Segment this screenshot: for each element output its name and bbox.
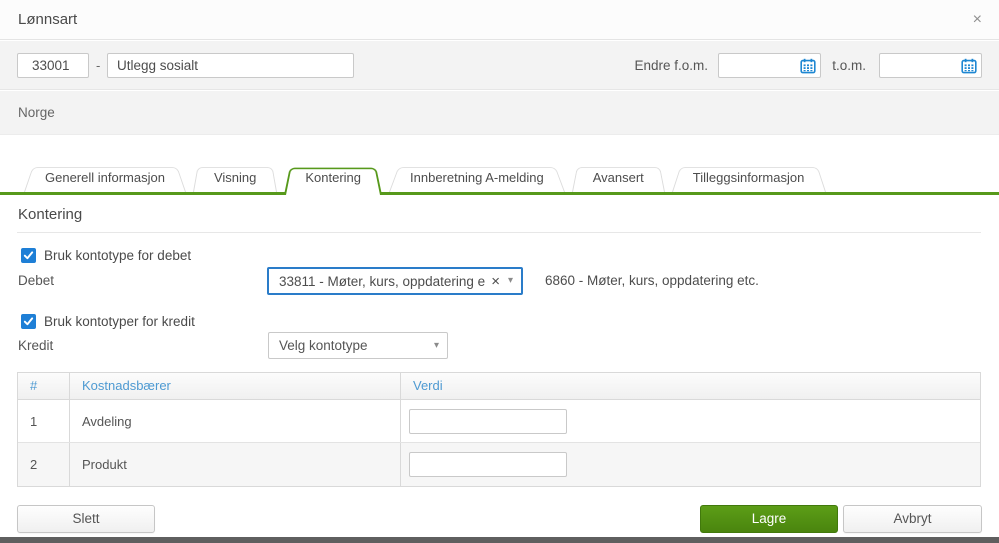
lonnsart-dialog: Lønnsart × - Endre f.o.m. [0,0,999,543]
cancel-button[interactable]: Avbryt [843,505,982,533]
debet-account-hint: 6860 - Møter, kurs, oppdatering etc. [545,273,759,288]
kostnadsbaerer-table: # Kostnadsbærer Verdi 1 Avdeling 2 Produ… [17,372,981,487]
tab-label: Kontering [305,170,362,185]
kredit-select-value: Velg kontotype [279,338,368,353]
column-header-num: # [18,373,70,399]
tabs-underline [0,192,999,195]
tab-avansert[interactable]: Avansert [572,164,665,192]
tab-kontering[interactable]: Kontering [284,164,382,192]
tab-label: Tilleggsinformasjon [692,170,805,185]
endre-fom-field[interactable] [718,53,821,78]
kredit-checkbox-label: Bruk kontotyper for kredit [44,314,195,329]
country-label: Norge [18,105,55,120]
debet-kontotype-select[interactable]: 33811 - Møter, kurs, oppdatering etc. × … [267,267,523,295]
calendar-icon[interactable] [961,58,977,74]
column-header-kostnadsbaerer: Kostnadsbærer [70,373,401,399]
tab-label: Generell informasjon [45,170,165,185]
tab-generell-informasjon[interactable]: Generell informasjon [24,164,186,192]
tom-input[interactable] [880,55,961,76]
calendar-icon[interactable] [800,58,816,74]
header-band: - Endre f.o.m. t.o.m. [0,41,999,90]
clear-icon[interactable]: × [485,274,506,289]
tom-field[interactable] [879,53,982,78]
row-name: Produkt [70,443,401,486]
row-num: 1 [18,400,70,442]
debet-checkbox-label: Bruk kontotype for debet [44,248,192,263]
tab-label: Avansert [592,170,644,185]
tab-bar: Generell informasjon Visning Kontering I… [24,164,832,192]
kredit-checkbox-row[interactable]: Bruk kontotyper for kredit [21,314,195,329]
endre-fom-label: Endre f.o.m. [634,58,708,73]
table-row: 2 Produkt [18,443,980,486]
debet-checkbox-row[interactable]: Bruk kontotype for debet [21,248,191,263]
verdi-input-avdeling[interactable] [409,408,567,434]
debet-select-value: 33811 - Møter, kurs, oppdatering etc. [279,273,486,289]
save-button[interactable]: Lagre [700,505,838,533]
kredit-label: Kredit [18,338,54,353]
tab-label: Innberetning A-melding [410,170,544,185]
row-name: Avdeling [70,400,401,442]
code-name-separator: - [96,58,101,73]
dialog-title: Lønnsart [18,11,78,28]
debet-label: Debet [18,273,55,288]
wage-type-code-input[interactable] [17,53,89,78]
verdi-input-produkt[interactable] [409,452,567,477]
close-icon[interactable]: × [973,0,982,40]
row-value-cell [401,443,980,486]
kredit-kontotype-select[interactable]: Velg kontotype ▾ [268,332,448,359]
wage-type-name-input[interactable] [107,53,354,78]
delete-button[interactable]: Slett [17,505,155,533]
tab-tilleggsinformasjon[interactable]: Tilleggsinformasjon [672,164,826,192]
page-behind-modal-strip [0,537,999,543]
column-header-verdi: Verdi [413,378,443,393]
checkbox-checked-icon[interactable] [21,248,36,263]
tab-visning[interactable]: Visning [193,164,277,192]
row-num: 2 [18,443,70,486]
table-header-row: # Kostnadsbærer Verdi [18,373,980,400]
checkbox-checked-icon[interactable] [21,314,36,329]
section-divider [17,232,981,233]
tab-innberetning-a-melding[interactable]: Innberetning A-melding [389,164,565,192]
dialog-titlebar: Lønnsart × [0,0,999,40]
table-row: 1 Avdeling [18,400,980,443]
chevron-down-icon[interactable]: ▾ [506,276,521,286]
country-band: Norge [0,91,999,135]
tom-label: t.o.m. [832,58,866,73]
row-value-cell [401,400,980,442]
chevron-down-icon[interactable]: ▾ [432,340,447,351]
section-title: Kontering [18,206,83,223]
endre-fom-input[interactable] [719,55,800,76]
tab-label: Visning [213,170,257,185]
